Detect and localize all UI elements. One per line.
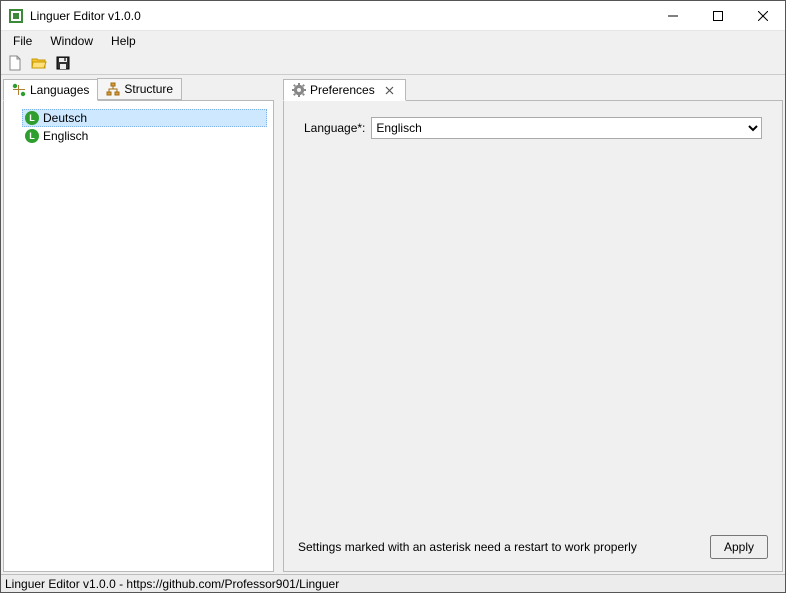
- preferences-form: Language*: Englisch: [290, 107, 776, 529]
- tab-languages[interactable]: Languages: [3, 79, 98, 101]
- structure-icon: [106, 82, 120, 96]
- left-pane: Languages Structure: [1, 75, 276, 574]
- app-icon: [9, 9, 23, 23]
- right-tabstrip: Preferences: [283, 77, 783, 101]
- statusbar-text: Linguer Editor v1.0.0 - https://github.c…: [5, 577, 339, 591]
- toolbar: [1, 51, 785, 75]
- tab-languages-label: Languages: [30, 83, 89, 97]
- language-row: Language*: Englisch: [304, 117, 762, 139]
- preferences-panel: Language*: Englisch Settings marked with…: [283, 101, 783, 572]
- left-tabstrip: Languages Structure: [3, 77, 274, 101]
- app-window: Linguer Editor v1.0.0 File Window Help: [0, 0, 786, 593]
- menu-help[interactable]: Help: [103, 33, 144, 49]
- preferences-footer: Settings marked with an asterisk need a …: [290, 529, 776, 565]
- window-title: Linguer Editor v1.0.0: [30, 9, 650, 23]
- language-icon: L: [25, 111, 39, 125]
- tab-structure[interactable]: Structure: [97, 78, 182, 100]
- right-pane: Preferences Language*: Englisch: [281, 75, 785, 574]
- open-button[interactable]: [29, 53, 49, 73]
- tab-preferences-label: Preferences: [310, 83, 375, 97]
- menu-file[interactable]: File: [5, 33, 40, 49]
- new-file-icon: [8, 55, 22, 71]
- restart-note: Settings marked with an asterisk need a …: [298, 540, 702, 554]
- tree-item-label: Deutsch: [43, 111, 87, 125]
- apply-button[interactable]: Apply: [710, 535, 768, 559]
- tree-item-label: Englisch: [43, 129, 88, 143]
- tab-structure-label: Structure: [124, 82, 173, 96]
- new-button[interactable]: [5, 53, 25, 73]
- close-icon: [385, 86, 394, 95]
- minimize-button[interactable]: [650, 1, 695, 31]
- tree-item[interactable]: L Deutsch: [22, 109, 267, 127]
- maximize-button[interactable]: [695, 1, 740, 31]
- close-button[interactable]: [740, 1, 785, 31]
- language-label: Language*:: [304, 121, 365, 135]
- titlebar: Linguer Editor v1.0.0: [1, 1, 785, 31]
- languages-tree: L Deutsch L Englisch: [3, 101, 274, 572]
- menubar: File Window Help: [1, 31, 785, 51]
- language-select[interactable]: Englisch: [371, 117, 762, 139]
- save-icon: [56, 56, 70, 70]
- main-body: Languages Structure: [1, 75, 785, 574]
- menu-window[interactable]: Window: [42, 33, 101, 49]
- open-folder-icon: [31, 56, 47, 70]
- tab-close-button[interactable]: [383, 83, 397, 97]
- save-button[interactable]: [53, 53, 73, 73]
- languages-icon: [12, 83, 26, 97]
- gear-icon: [292, 83, 306, 97]
- tree-item[interactable]: L Englisch: [22, 127, 267, 145]
- language-icon: L: [25, 129, 39, 143]
- tab-preferences[interactable]: Preferences: [283, 79, 406, 101]
- statusbar: Linguer Editor v1.0.0 - https://github.c…: [1, 574, 785, 592]
